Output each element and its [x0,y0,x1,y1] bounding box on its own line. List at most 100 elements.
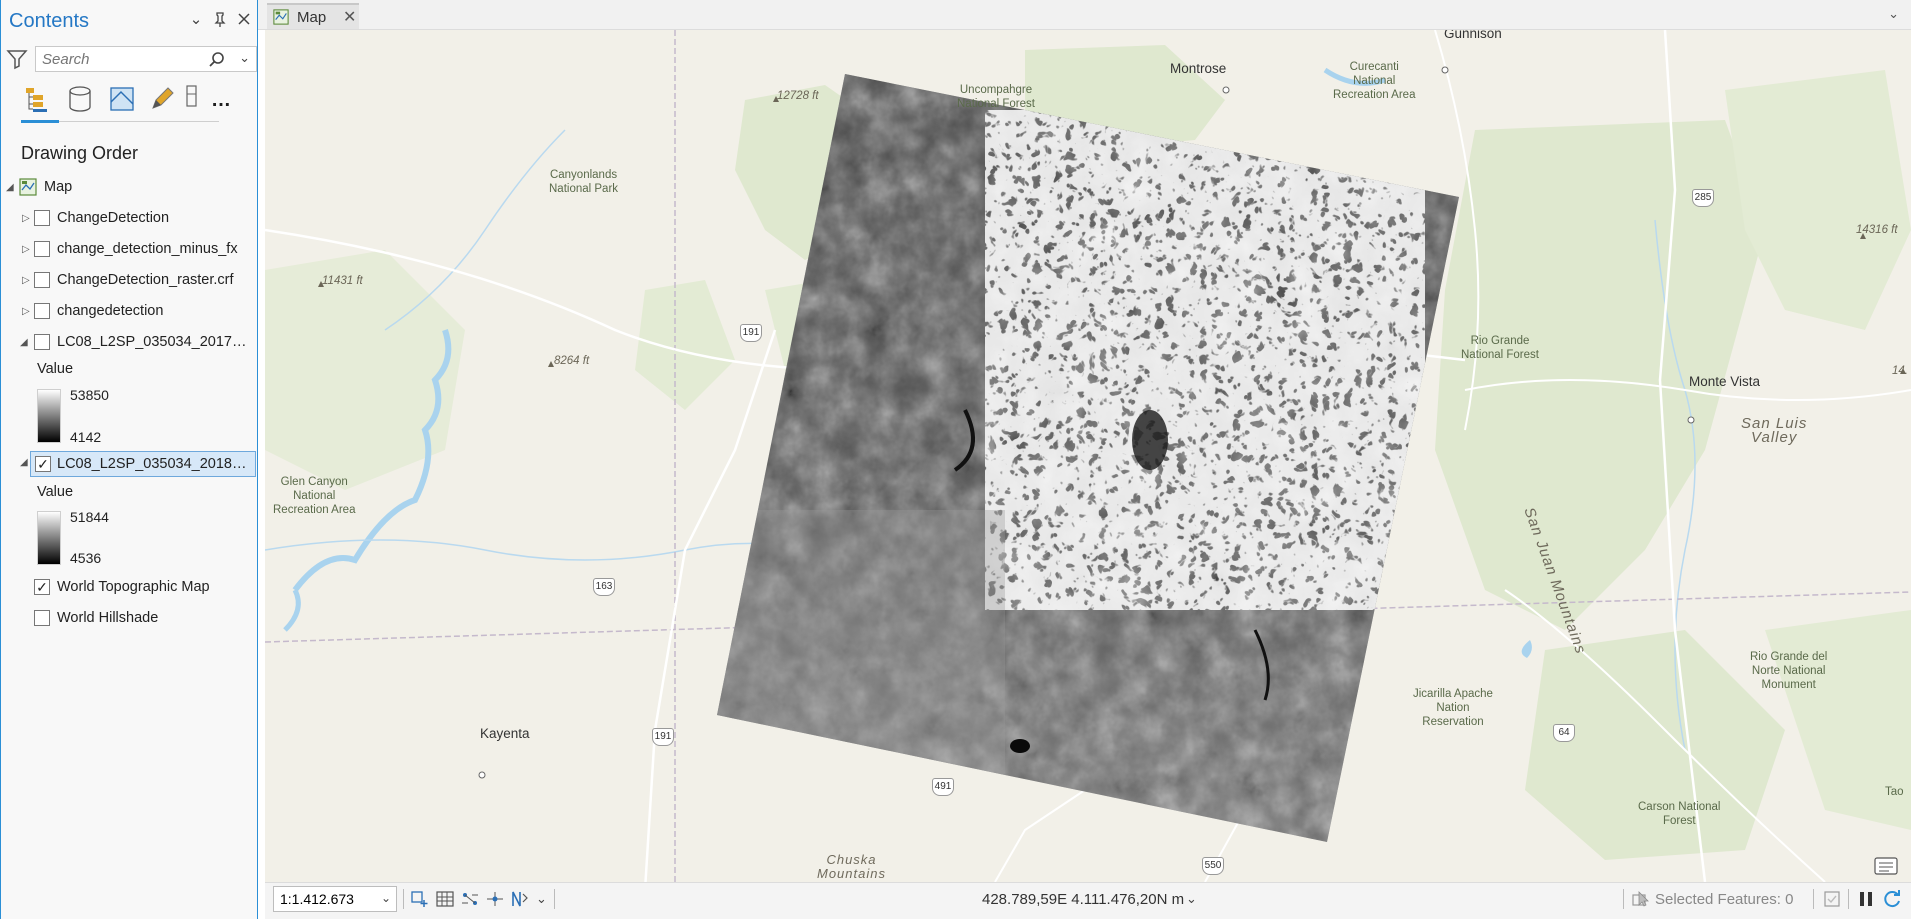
place-label-rio-grande-nf: Rio Grande National Forest [1461,335,1539,361]
collapse-icon[interactable]: ◢ [20,457,28,468]
route-shield: 163 [593,578,615,596]
contents-view-toolbar: … [21,84,241,123]
tree-item-label: Map [44,179,73,195]
pin-icon[interactable] [213,12,227,28]
selected-features-count: Selected Features: 0 [1655,891,1794,908]
tab-list-dropdown-icon[interactable]: ⌄ [1888,6,1899,22]
place-label-kayenta: Kayenta [480,726,530,741]
close-tab-icon[interactable]: ✕ [343,7,356,27]
arcgis-pro-window: Contents ⌄ ⌄ [0,0,1911,919]
separator [554,889,555,909]
route-shield: 550 [1202,857,1224,875]
place-label-montrose: Montrose [1170,61,1227,76]
layer-lc08-2017[interactable]: ◢ LC08_L2SP_035034_201706... [1,329,257,355]
pause-drawing-icon[interactable] [1856,889,1876,909]
place-label-monte-vista: Monte Vista [1689,374,1761,389]
layer-visibility-checkbox[interactable]: ✓ [35,456,51,472]
separator [1813,889,1814,909]
place-label-chuska-mountains: Chuska Mountains [817,852,886,881]
legend-high-value: 53850 [70,387,109,403]
map-notes-icon[interactable] [1873,856,1899,878]
layer-label: LC08_L2SP_035034_201706... [57,334,247,350]
grid-icon[interactable] [435,890,455,908]
snapping-icon[interactable] [460,890,480,908]
layer-changedetection-raster-crf[interactable]: ▷ ChangeDetection_raster.crf [1,267,257,293]
expand-icon[interactable]: ▷ [22,213,30,224]
search-dropdown-icon[interactable]: ⌄ [239,50,250,66]
layer-visibility-checkbox[interactable] [34,241,50,257]
active-tool-underline [21,120,59,123]
route-shield: 285 [1692,189,1714,207]
layer-lc08-2018[interactable]: ✓ LC08_L2SP_035034_201806... [30,451,256,477]
place-label-gunnison: Gunnison [1444,30,1502,41]
tool-track [59,121,219,122]
elevation-label: 12728 ft [777,90,819,102]
expand-icon[interactable]: ▷ [22,306,30,317]
layer-label: LC08_L2SP_035034_201806... [57,456,251,472]
search-icon[interactable] [208,51,226,69]
layer-label: World Topographic Map [57,579,210,595]
collapse-icon[interactable]: ◢ [20,337,28,348]
layer-changedetection-lower[interactable]: ▷ changedetection [1,298,257,324]
map-view[interactable]: Gunnison Montrose Curecanti National Rec… [265,30,1911,882]
layer-visibility-checkbox[interactable]: ✓ [34,579,50,595]
refresh-icon[interactable] [1882,889,1902,909]
place-label-tao: Tao [1885,786,1904,798]
map-status-bar: ⌄ ⌄ 428.789,59E 4.111.476,20N m ⌄ Select… [265,882,1911,919]
route-shield: 64 [1553,724,1575,742]
landsat-raster-scene [717,74,1459,842]
separator [1623,889,1624,909]
view-tab-bar: Map ✕ ⌄ [258,0,1911,30]
tree-item-map[interactable]: ◢ Map [1,174,257,200]
search-box: ⌄ [35,46,257,72]
contents-header: Contents ⌄ [1,0,257,42]
layer-visibility-checkbox[interactable] [34,272,50,288]
route-shield: 191 [652,728,674,746]
separator [1848,889,1849,909]
search-row: ⌄ [5,46,257,72]
list-by-editing-icon[interactable] [147,84,177,114]
coordinate-format-dropdown-icon[interactable]: ⌄ [1186,891,1197,907]
list-by-selection-icon[interactable] [107,84,137,114]
list-by-snapping-icon[interactable] [183,84,201,114]
close-icon[interactable] [237,12,251,28]
selected-features-icon[interactable] [1631,890,1651,908]
legend-title: Value [37,361,74,377]
list-by-drawing-order-icon[interactable] [23,84,53,114]
layer-changedetection[interactable]: ▷ ChangeDetection [1,205,257,231]
place-label-rio-grande-del-norte: Rio Grande del Norte National Monument [1750,651,1828,691]
layer-visibility-checkbox[interactable] [34,610,50,626]
search-input[interactable] [36,50,196,68]
filter-icon[interactable] [5,47,29,71]
add-extent-indicator-icon[interactable] [410,890,430,908]
layer-visibility-checkbox[interactable] [34,334,50,350]
drawing-order-title: Drawing Order [21,143,139,163]
layer-label: ChangeDetection_raster.crf [57,272,234,288]
chevron-down-icon[interactable]: ⌄ [189,12,203,28]
legend-title: Value [37,484,74,500]
layer-label: World Hillshade [57,610,159,626]
layer-label: change_detection_minus_fx [57,241,238,257]
chevron-down-icon[interactable]: ⌄ [381,891,391,905]
constraints-icon[interactable] [485,890,505,908]
tab-map[interactable]: Map ✕ [267,3,359,29]
place-label-san-luis-valley: San Luis Valley [1741,415,1808,446]
layer-world-topographic-map[interactable]: ✓ World Topographic Map [1,574,257,600]
layer-world-hillshade[interactable]: World Hillshade [1,605,257,631]
place-label-carson-nf: Carson National Forest [1638,801,1721,827]
more-options-icon[interactable]: … [211,90,241,120]
layer-visibility-checkbox[interactable] [34,303,50,319]
place-label-uncompahgre: Uncompahgre National Forest [957,84,1035,110]
scale-input[interactable] [274,887,374,911]
collapse-icon[interactable]: ◢ [6,182,14,193]
layer-visibility-checkbox[interactable] [34,210,50,226]
north-arrow-icon[interactable] [509,890,529,908]
chevron-down-icon[interactable]: ⌄ [536,891,547,907]
clear-selection-icon[interactable] [1822,889,1842,909]
layer-change-detection-minus-fx[interactable]: ▷ change_detection_minus_fx [1,236,257,262]
layer-label: changedetection [57,303,164,319]
list-by-source-icon[interactable] [65,84,95,114]
expand-icon[interactable]: ▷ [22,275,30,286]
expand-icon[interactable]: ▷ [22,244,30,255]
scale-combobox[interactable]: ⌄ [273,886,397,912]
